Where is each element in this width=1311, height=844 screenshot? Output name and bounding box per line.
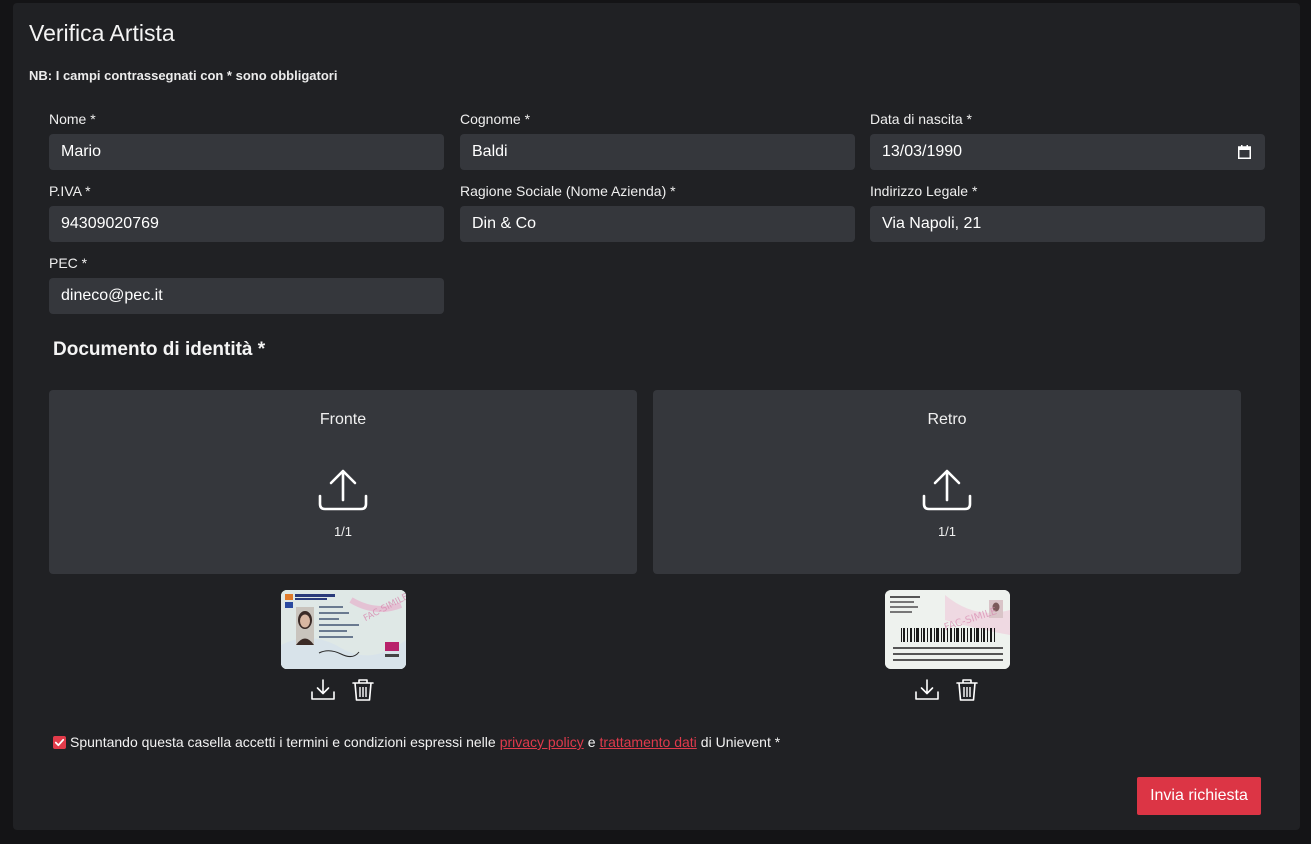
cognome-input[interactable]: Baldi: [460, 134, 855, 170]
indirizzo-label: Indirizzo Legale *: [870, 183, 978, 199]
cognome-label: Cognome *: [460, 111, 531, 127]
data-nascita-label: Data di nascita *: [870, 111, 972, 127]
privacy-policy-link[interactable]: privacy policy: [500, 734, 584, 750]
back-id-thumbnail: FAC-SIMILE: [885, 590, 1010, 669]
front-upload-dropzone[interactable]: Fronte 1/1: [49, 390, 637, 574]
back-upload-count: 1/1: [937, 524, 957, 539]
download-icon[interactable]: [914, 678, 940, 702]
nome-label: Nome *: [49, 111, 96, 127]
back-upload-dropzone[interactable]: Retro 1/1: [653, 390, 1241, 574]
data-nascita-input[interactable]: 13/03/1990: [870, 134, 1265, 170]
ragione-sociale-input[interactable]: Din & Co: [460, 206, 855, 242]
ragione-sociale-field-group: Ragione Sociale (Nome Azienda) * Din & C…: [460, 182, 855, 242]
ragione-sociale-label: Ragione Sociale (Nome Azienda) *: [460, 183, 676, 199]
consent-text-end: di Unievent *: [700, 734, 781, 750]
front-upload-label: Fronte: [319, 411, 367, 428]
data-nascita-value: 13/03/1990: [882, 143, 963, 160]
piva-field-group: P.IVA * 94309020769: [49, 182, 444, 242]
cognome-field-group: Cognome * Baldi: [460, 110, 855, 170]
trash-icon[interactable]: [350, 678, 376, 702]
indirizzo-input[interactable]: Via Napoli, 21: [870, 206, 1265, 242]
trash-icon[interactable]: [954, 678, 980, 702]
checkmark-icon: [54, 738, 65, 746]
indirizzo-field-group: Indirizzo Legale * Via Napoli, 21: [870, 182, 1265, 242]
pec-input[interactable]: dineco@pec.it: [49, 278, 444, 314]
front-id-thumbnail: FAC-SIMILE: [281, 590, 406, 669]
trattamento-dati-link[interactable]: trattamento dati: [600, 734, 697, 750]
consent-text: Spuntando questa casella accetti i termi…: [70, 734, 496, 750]
piva-input[interactable]: 94309020769: [49, 206, 444, 242]
download-icon[interactable]: [310, 678, 336, 702]
verification-card: Verifica Artista NB: I campi contrassegn…: [13, 3, 1300, 830]
nome-field-group: Nome * Mario: [49, 110, 444, 170]
upload-icon: [922, 469, 972, 511]
submit-button[interactable]: Invia richiesta: [1137, 777, 1261, 815]
page-title: Verifica Artista: [29, 20, 175, 46]
calendar-icon[interactable]: [1238, 145, 1251, 159]
pec-label: PEC *: [49, 255, 88, 271]
back-upload-label: Retro: [927, 411, 967, 428]
consent-checkbox[interactable]: [53, 735, 66, 749]
id-card-front-image: FAC-SIMILE: [281, 590, 406, 669]
piva-label: P.IVA *: [49, 183, 91, 199]
id-card-back-image: FAC-SIMILE: [885, 590, 1010, 669]
consent-row: Spuntando questa casella accetti i termi…: [53, 733, 780, 751]
documents-section-title: Documento di identità *: [53, 339, 266, 360]
front-upload-count: 1/1: [333, 524, 353, 539]
required-note: NB: I campi contrassegnati con * sono ob…: [29, 68, 338, 83]
consent-conjunction: e: [587, 734, 596, 750]
upload-icon: [318, 469, 368, 511]
nome-input[interactable]: Mario: [49, 134, 444, 170]
data-nascita-field-group: Data di nascita * 13/03/1990: [870, 110, 1265, 170]
pec-field-group: PEC * dineco@pec.it: [49, 254, 444, 314]
